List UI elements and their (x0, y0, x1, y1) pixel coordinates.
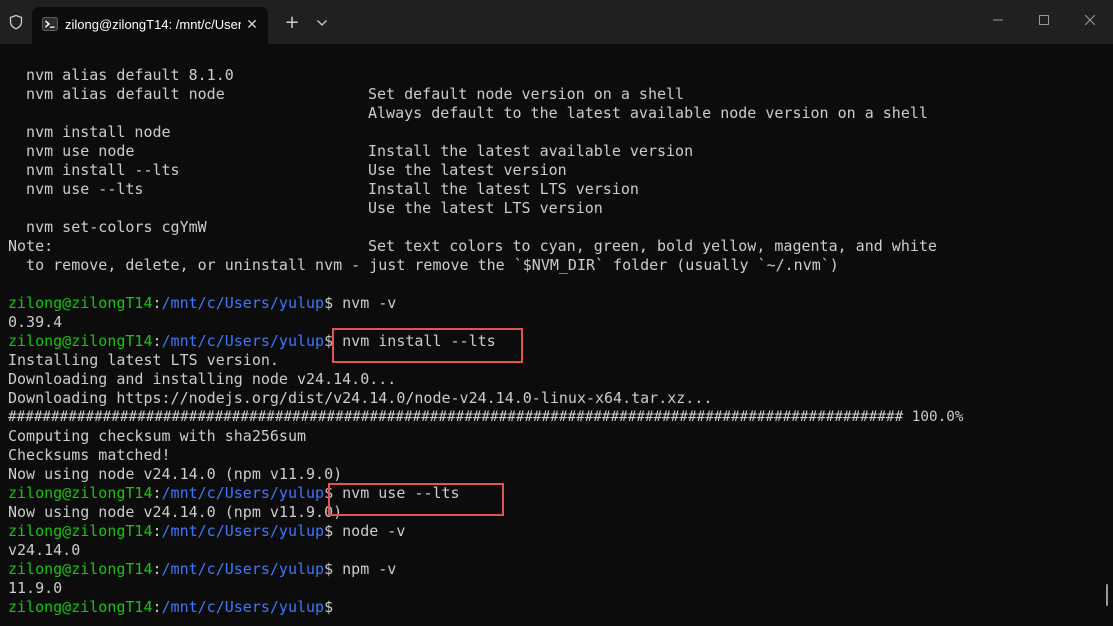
output-line: Downloading https://nodejs.org/dist/v24.… (8, 389, 713, 407)
prompt-user: zilong@zilongT14 (8, 484, 153, 502)
prompt-path: /mnt/c/Users/yulup (161, 560, 325, 578)
terminal-app-icon (42, 17, 58, 31)
prompt-line: zilong@zilongT14:/mnt/c/Users/yulup$ nvm… (8, 294, 396, 313)
prompt-user: zilong@zilongT14 (8, 294, 153, 312)
prompt-path: /mnt/c/Users/yulup (161, 598, 325, 616)
close-window-button[interactable] (1076, 8, 1104, 32)
current-prompt-line[interactable]: zilong@zilongT14:/mnt/c/Users/yulup$ (8, 598, 333, 617)
usage-command: nvm use --lts (8, 180, 144, 198)
note-text: to remove, delete, or uninstall nvm - ju… (8, 256, 839, 274)
prompt-path: /mnt/c/Users/yulup (161, 332, 325, 350)
prompt-user: zilong@zilongT14 (8, 332, 153, 350)
output-line: 11.9.0 (8, 579, 63, 597)
maximize-button[interactable] (1030, 8, 1058, 32)
shield-icon[interactable] (8, 14, 24, 30)
prompt-user: zilong@zilongT14 (8, 522, 153, 540)
usage-line: nvm install --lts Install the latest LTS… (8, 142, 639, 198)
prompt-path: /mnt/c/Users/yulup (161, 522, 325, 540)
prompt-user: zilong@zilongT14 (8, 598, 153, 616)
tab-close-icon[interactable]: ✕ (242, 15, 262, 35)
minimize-icon (993, 19, 1003, 21)
terminal-window: zilong@zilongT14: /mnt/c/Users/yulup ✕ + (0, 0, 1113, 626)
output-line: Now using node v24.14.0 (npm v11.9.0) (8, 503, 343, 521)
tab-title: zilong@zilongT14: /mnt/c/Users/yulup (65, 17, 241, 32)
command-text: npm -v (333, 560, 397, 578)
output-line: Installing latest LTS version. (8, 351, 279, 369)
prompt-dollar: $ (324, 598, 334, 616)
prompt-separator: : (152, 484, 162, 502)
prompt-dollar: $ (324, 294, 334, 312)
command-text: node -v (333, 522, 406, 540)
prompt-path: /mnt/c/Users/yulup (161, 294, 325, 312)
prompt-line: zilong@zilongT14:/mnt/c/Users/yulup$ nod… (8, 522, 405, 541)
prompt-separator: : (152, 598, 162, 616)
usage-description: Use the latest version (368, 161, 567, 179)
output-line: v24.14.0 (8, 541, 81, 559)
new-tab-button[interactable]: + (281, 12, 303, 34)
note-heading: Note: (8, 237, 54, 255)
prompt-separator: : (152, 560, 162, 578)
usage-description: Set default node version on a shell (368, 85, 685, 103)
usage-line: nvm use --lts Use the latest LTS version (8, 161, 603, 217)
highlight-box-install-lts (332, 328, 523, 363)
close-icon (1085, 15, 1095, 25)
usage-description: Always default to the latest available n… (368, 104, 928, 122)
prompt-dollar: $ (324, 522, 334, 540)
prompt-path: /mnt/c/Users/yulup (161, 484, 325, 502)
usage-description: Use the latest LTS version (368, 199, 603, 217)
progress-line: ########################################… (8, 409, 964, 425)
prompt-separator: : (152, 332, 162, 350)
command-text: nvm -v (333, 294, 397, 312)
usage-line: nvm install node Install the latest avai… (8, 104, 693, 160)
maximize-icon (1039, 15, 1049, 25)
usage-line: nvm alias default 8.1.0 Set default node… (8, 47, 684, 103)
highlight-box-use-lts (328, 483, 504, 516)
usage-line: nvm alias default node Always default to… (8, 66, 928, 122)
prompt-dollar: $ (324, 560, 334, 578)
output-line: Downloading and installing node v24.14.0… (8, 370, 397, 388)
terminal-output[interactable]: nvm alias default 8.1.0 Set default node… (8, 47, 1104, 626)
usage-line: nvm use node Use the latest version (8, 123, 567, 179)
output-line: Computing checksum with sha256sum (8, 427, 307, 445)
usage-description: Install the latest available version (368, 142, 694, 160)
prompt-separator: : (152, 294, 162, 312)
prompt-separator: : (152, 522, 162, 540)
usage-description: Install the latest LTS version (368, 180, 639, 198)
usage-command: nvm alias default node (8, 85, 225, 103)
usage-command: nvm set-colors cgYmW (8, 218, 207, 236)
title-bar[interactable]: zilong@zilongT14: /mnt/c/Users/yulup ✕ + (0, 0, 1113, 44)
prompt-user: zilong@zilongT14 (8, 560, 153, 578)
tab-terminal[interactable]: zilong@zilongT14: /mnt/c/Users/yulup ✕ (32, 7, 268, 44)
prompt-line: zilong@zilongT14:/mnt/c/Users/yulup$ npm… (8, 560, 396, 579)
output-line: Now using node v24.14.0 (npm v11.9.0) (8, 465, 343, 483)
scrollbar-thumb[interactable] (1106, 584, 1108, 606)
tab-dropdown-button[interactable] (312, 12, 332, 34)
output-line: Checksums matched! (8, 446, 171, 464)
minimize-button[interactable] (984, 8, 1012, 32)
usage-description: Set text colors to cyan, green, bold yel… (368, 237, 937, 255)
usage-line: nvm set-colors cgYmW Set text colors to … (8, 199, 937, 255)
output-line: 0.39.4 (8, 313, 63, 331)
chevron-down-icon (317, 20, 327, 26)
